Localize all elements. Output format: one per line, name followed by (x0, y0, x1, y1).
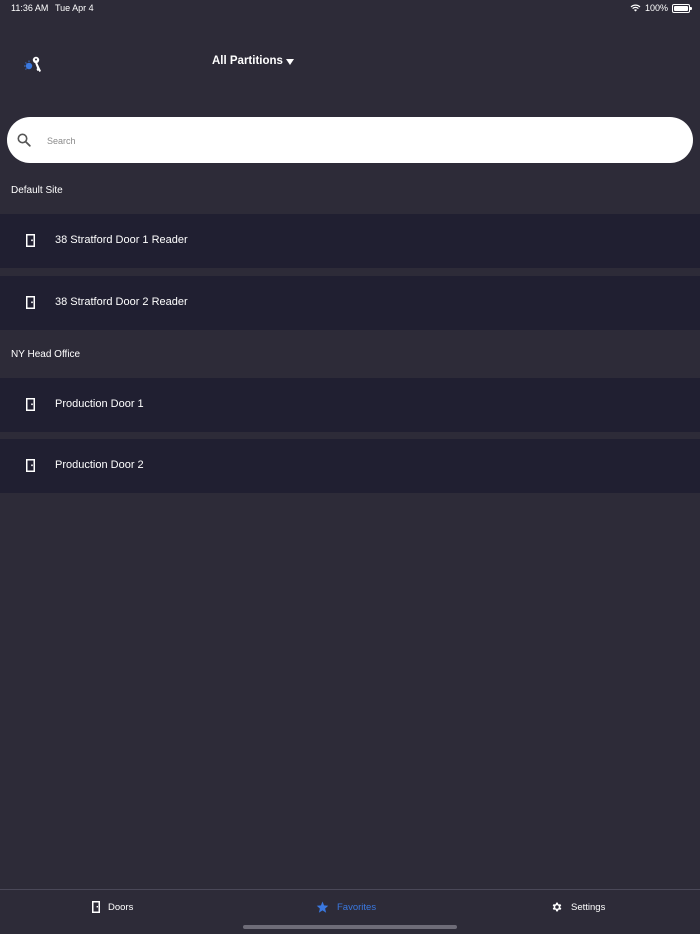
door-icon (26, 296, 35, 309)
search-icon (17, 133, 31, 147)
door-icon (92, 901, 100, 913)
caret-down-icon (285, 58, 294, 65)
tab-settings-label: Settings (571, 901, 606, 913)
battery-icon (672, 3, 692, 13)
status-right: 100% (630, 3, 692, 13)
door-row[interactable]: Production Door 1 (0, 378, 700, 432)
door-row[interactable]: 38 Stratford Door 1 Reader (0, 214, 700, 268)
app-root: 11:36 AM Tue Apr 4 100% All Partitions S… (0, 0, 700, 934)
key-logo-icon (24, 56, 41, 72)
wifi-icon (630, 4, 641, 12)
status-date: Tue Apr 4 (55, 3, 94, 13)
tab-favorites-label: Favorites (337, 901, 377, 913)
home-indicator (243, 925, 457, 929)
door-label: 38 Stratford Door 2 Reader (55, 296, 188, 308)
door-icon (26, 398, 35, 411)
door-icon (26, 234, 35, 247)
tab-favorites[interactable]: Favorites (316, 901, 376, 913)
door-icon (26, 459, 35, 472)
tab-doors-label: Doors (108, 901, 134, 913)
status-bar: 11:36 AM Tue Apr 4 100% (0, 0, 700, 18)
star-icon (316, 901, 329, 913)
door-label: 38 Stratford Door 1 Reader (55, 234, 188, 246)
search-input[interactable] (45, 130, 649, 152)
battery-percent: 100% (644, 3, 668, 13)
partition-picker[interactable]: All Partitions (212, 55, 294, 67)
gear-icon (552, 902, 562, 912)
search-bar[interactable] (7, 117, 693, 163)
status-time: 11:36 AM (11, 3, 49, 13)
tab-doors[interactable]: Doors (92, 901, 133, 913)
partition-label: All Partitions (212, 55, 283, 67)
tab-settings[interactable]: Settings (551, 901, 605, 913)
door-row[interactable]: 38 Stratford Door 2 Reader (0, 276, 700, 330)
door-row[interactable]: Production Door 2 (0, 439, 700, 493)
door-label: Production Door 1 (55, 398, 144, 410)
section-header-default-site: Default Site (11, 185, 63, 196)
door-label: Production Door 2 (55, 459, 144, 471)
section-header-ny-head-office: NY Head Office (11, 349, 81, 360)
